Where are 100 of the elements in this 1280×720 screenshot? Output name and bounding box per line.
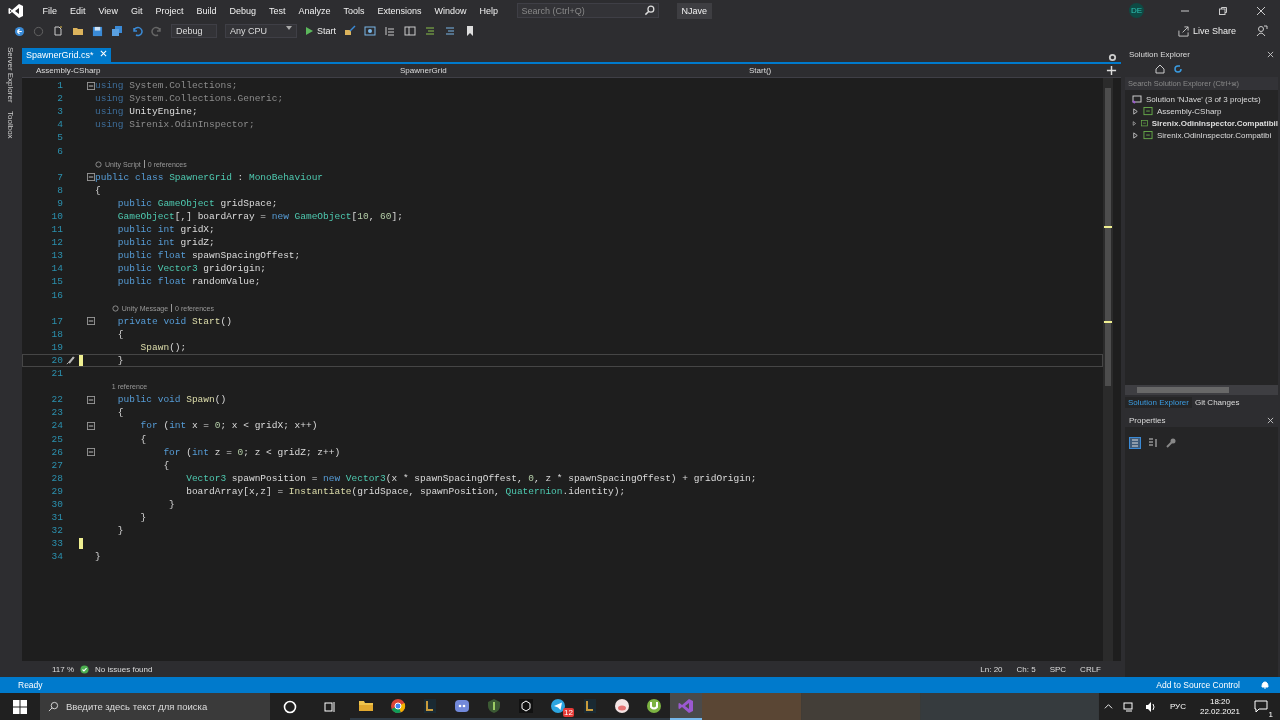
menu-item[interactable]: Edit xyxy=(63,5,93,16)
bell-icon[interactable] xyxy=(1260,680,1270,690)
code-line: boardArray[x,z] = Instantiate(gridSpace, spawnPosition, Quaternion.identity); xyxy=(185,485,626,497)
panel-tab[interactable]: Git Changes xyxy=(1191,396,1243,408)
windows-start-icon[interactable] xyxy=(13,699,27,714)
collapse-icon[interactable] xyxy=(87,81,95,90)
menu-item[interactable]: Analyze xyxy=(292,5,337,16)
line-number: 29 xyxy=(50,485,63,497)
start-button[interactable]: Start xyxy=(305,26,336,36)
sort-icon[interactable] xyxy=(1147,437,1159,449)
menu-item[interactable]: Build xyxy=(189,5,223,16)
toolbar-icon[interactable] xyxy=(364,25,376,37)
line-number: 2 xyxy=(56,93,63,105)
toolbar-icon[interactable] xyxy=(404,25,416,37)
browser-icon xyxy=(390,697,406,714)
tree-item[interactable]: Sirenix.OdinInspector.Compatibi xyxy=(1125,129,1278,141)
clock-date[interactable]: 22.02.2021 xyxy=(1199,706,1240,717)
bookmark-icon[interactable] xyxy=(464,25,476,37)
volume-icon[interactable] xyxy=(1144,700,1157,713)
panel-tab[interactable]: Solution Explorer xyxy=(1125,396,1192,408)
restore-icon[interactable] xyxy=(1218,5,1228,16)
cortana-icon[interactable] xyxy=(283,699,297,714)
line-ending[interactable]: CRLF xyxy=(1080,664,1101,674)
collapse-icon[interactable] xyxy=(87,448,95,457)
line-number: 15 xyxy=(50,276,63,288)
line-number: 9 xyxy=(56,197,63,209)
search-field[interactable]: Search (Ctrl+Q) xyxy=(516,3,659,18)
new-item-icon[interactable] xyxy=(52,25,64,37)
menu-item[interactable]: Window xyxy=(428,5,474,16)
toolbar-icon[interactable] xyxy=(384,25,396,37)
redo-icon[interactable] xyxy=(151,25,163,37)
menu-item[interactable]: Tools xyxy=(337,5,372,16)
side-tab[interactable]: Toolbox xyxy=(5,110,15,139)
clock-time[interactable]: 18:20 xyxy=(1209,696,1230,707)
split-icon[interactable] xyxy=(1106,65,1117,76)
expander-icon[interactable] xyxy=(1132,119,1137,127)
configuration-dropdown[interactable]: Debug xyxy=(171,24,217,38)
back-icon[interactable] xyxy=(14,25,25,37)
menu-item[interactable]: Extensions xyxy=(371,5,429,16)
home-icon[interactable] xyxy=(1155,64,1165,74)
taskbar-app[interactable]: 12 xyxy=(542,693,574,720)
menu-item[interactable]: Test xyxy=(262,5,292,16)
menu-item[interactable]: Debug xyxy=(222,5,263,16)
side-tab[interactable]: Server Explorer xyxy=(5,47,15,103)
source-control-button[interactable]: Add to Source Control xyxy=(1156,680,1240,690)
task-view-icon[interactable] xyxy=(323,699,337,714)
torrent-icon xyxy=(646,697,662,714)
close-icon[interactable] xyxy=(1256,5,1266,16)
notification-icon[interactable] xyxy=(1254,698,1268,713)
save-all-icon[interactable] xyxy=(111,25,123,37)
close-icon[interactable] xyxy=(1267,50,1274,58)
project-icon xyxy=(1140,118,1148,128)
network-icon[interactable] xyxy=(1122,700,1135,713)
type-dropdown[interactable]: SpawnerGrid xyxy=(386,66,735,75)
tree-item[interactable]: Solution 'NJave' (3 of 3 projects) xyxy=(1125,93,1278,105)
brush-icon[interactable] xyxy=(65,355,76,366)
live-share-button[interactable]: Live Share xyxy=(1177,25,1236,37)
toolbar-icon[interactable] xyxy=(344,25,356,37)
menu-item[interactable]: Git xyxy=(124,5,149,16)
code-line: public int gridX; xyxy=(116,224,215,236)
collapse-icon[interactable] xyxy=(87,173,95,182)
scrollbar[interactable] xyxy=(1125,385,1278,395)
project-icon xyxy=(1143,106,1153,116)
language-indicator[interactable]: РУС xyxy=(1169,702,1186,711)
chat-app-icon xyxy=(454,697,470,714)
settings-icon[interactable] xyxy=(1108,53,1117,62)
chevron-up-icon[interactable] xyxy=(1103,702,1113,711)
code-line: public Vector3 gridOrigin; xyxy=(116,263,267,275)
account-avatar[interactable]: DE xyxy=(1129,3,1144,18)
collapse-icon[interactable] xyxy=(87,317,95,326)
indent-mode[interactable]: SPC xyxy=(1049,664,1067,674)
expander-icon[interactable] xyxy=(1132,131,1139,139)
code-line: for (int z = 0; z < gridZ; z++) xyxy=(162,446,341,458)
collapse-icon[interactable] xyxy=(87,395,95,404)
menu-item[interactable]: File xyxy=(36,5,64,16)
code-line: public class SpawnerGrid : MonoBehaviour xyxy=(95,171,324,183)
tree-item[interactable]: Sirenix.OdinInspector.Compatibil xyxy=(1125,117,1278,129)
undo-icon[interactable] xyxy=(131,25,143,37)
categorized-icon[interactable] xyxy=(1129,437,1141,449)
menu-item[interactable]: Project xyxy=(148,5,190,16)
scrollbar[interactable] xyxy=(1103,78,1113,661)
platform-dropdown[interactable]: Any CPU xyxy=(225,24,297,38)
tree-item[interactable]: Assembly-CSharp xyxy=(1125,105,1278,117)
feedback-icon[interactable] xyxy=(1256,25,1268,37)
collapse-icon[interactable] xyxy=(87,422,95,430)
expander-icon[interactable] xyxy=(1132,107,1139,115)
menu-item[interactable]: Help xyxy=(473,5,505,16)
issues-status[interactable]: No issues found xyxy=(95,664,153,674)
save-icon[interactable] xyxy=(92,25,103,37)
folder-icon[interactable] xyxy=(72,25,84,37)
close-icon[interactable] xyxy=(1267,416,1274,424)
solution-name: NJave xyxy=(676,2,713,19)
member-dropdown[interactable]: Start() xyxy=(735,66,1106,75)
document-tab[interactable]: SpawnerGrid.cs* xyxy=(22,48,111,62)
zoom-dropdown[interactable]: 117 % xyxy=(52,664,75,674)
search-field[interactable]: Введите здесь текст для поиска xyxy=(40,693,270,720)
wrench-icon[interactable] xyxy=(1165,437,1177,449)
refresh-icon[interactable] xyxy=(1173,64,1183,74)
project-dropdown[interactable]: Assembly-CSharp xyxy=(22,66,386,75)
menu-item[interactable]: View xyxy=(92,5,125,16)
